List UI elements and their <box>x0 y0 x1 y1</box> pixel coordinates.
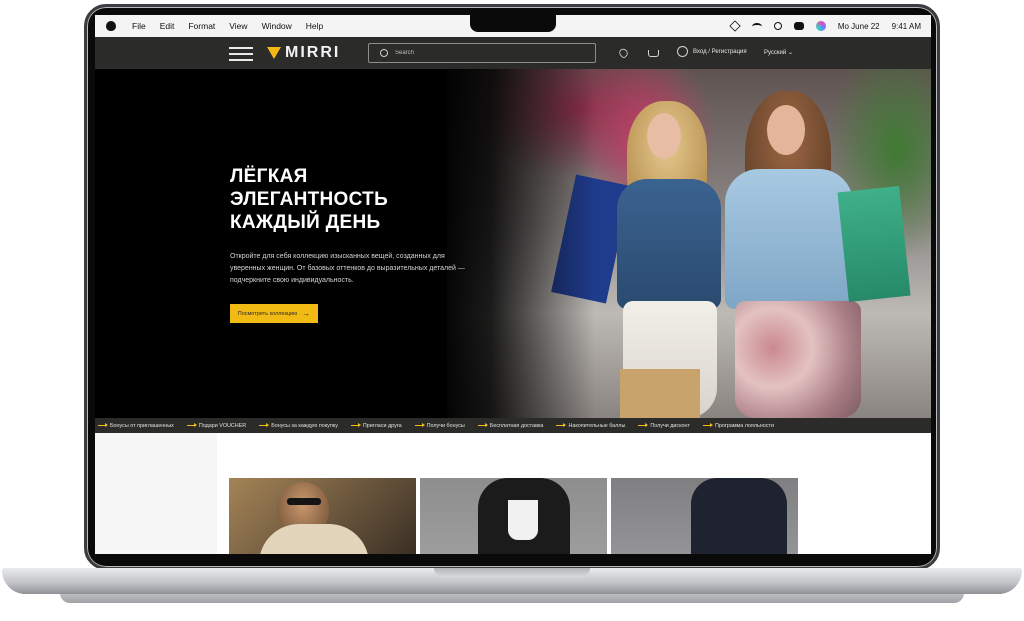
benefit-label: Подари VOUCHER <box>198 422 247 429</box>
logo-mark-icon <box>267 46 281 60</box>
model-2-skirt <box>735 301 861 418</box>
arrow-right-icon <box>186 423 197 427</box>
language-selector[interactable]: Русский ⌄ <box>764 49 793 56</box>
arrow-right-icon <box>556 423 567 427</box>
hero-title-line: КАЖДЫЙ ДЕНЬ <box>230 212 381 233</box>
menubar-date[interactable]: Mo June 22 <box>838 22 880 31</box>
benefit-label: Получи дисконт <box>650 422 690 429</box>
hero-banner: ЛЁГКАЯ ЭЛЕГАНТНОСТЬ КАЖДЫЙ ДЕНЬ Откройте… <box>95 69 931 418</box>
benefit-item[interactable]: Пригласи друга <box>350 422 402 429</box>
camera-notch <box>470 15 556 32</box>
benefit-label: Бонусы за каждую покупку <box>271 422 338 429</box>
hero-title-line: ЛЁГКАЯ <box>230 166 308 187</box>
wifi-icon[interactable] <box>751 22 762 30</box>
collection-card[interactable] <box>420 478 607 554</box>
collection-card[interactable] <box>229 478 416 554</box>
collection-card[interactable] <box>611 478 798 554</box>
benefit-label: Бесплатная доставка <box>489 422 544 429</box>
user-icon[interactable] <box>677 46 688 57</box>
benefit-label: Программа лояльности <box>714 422 774 429</box>
benefit-item[interactable]: Получи дисконт <box>638 423 690 429</box>
cart-icon[interactable] <box>648 50 659 57</box>
heart-icon[interactable] <box>617 47 630 59</box>
benefit-label: Накопительные баллы <box>568 422 626 429</box>
search-icon <box>380 49 388 57</box>
brand-logo[interactable]: MIRRI <box>267 44 340 62</box>
login-link[interactable]: Вход / Регистрация <box>693 49 747 55</box>
shopping-bag-green <box>837 186 911 302</box>
benefit-item[interactable]: Бонусы за каждую покупку <box>259 423 338 429</box>
menu-help[interactable]: Help <box>306 21 323 31</box>
hamburger-icon[interactable] <box>229 47 253 61</box>
apple-icon[interactable] <box>106 21 116 31</box>
layers-icon[interactable] <box>729 20 741 32</box>
language-label: Русский <box>764 50 787 56</box>
logo-text: MIRRI <box>285 44 341 61</box>
hero-title-line: ЭЛЕГАНТНОСТЬ <box>230 189 389 210</box>
hero-description: Откройте для себя коллекцию изысканных в… <box>230 253 465 284</box>
site-header: MIRRI Вход / Регистрация Русский ⌄ <box>95 37 931 69</box>
control-center-icon[interactable] <box>793 22 804 30</box>
benefit-item[interactable]: Бонусы от приглашенных <box>98 423 174 429</box>
laptop-screen: File Edit Format View Window Help Mo Jun… <box>95 15 931 554</box>
arrow-right-icon <box>702 423 713 427</box>
arrow-right-icon <box>414 423 425 427</box>
hero-gradient-overlay <box>435 69 595 418</box>
benefits-ticker: Бонусы от приглашенных Подари VOUCHER Бо… <box>95 418 931 433</box>
model-2-face <box>767 105 805 155</box>
card-model-sunglasses <box>287 498 321 505</box>
cta-label: Посмотреть коллекцию <box>237 310 298 317</box>
laptop-base-groove <box>434 568 590 577</box>
menubar-status-area: Mo June 22 9:41 AM <box>729 15 921 37</box>
benefit-item[interactable]: Подари VOUCHER <box>186 422 247 429</box>
menu-format[interactable]: Format <box>188 21 215 31</box>
arrow-right-icon <box>98 423 108 427</box>
menu-file[interactable]: File <box>132 21 146 31</box>
card-model-top <box>508 500 538 540</box>
benefit-item[interactable]: Получи бонусы <box>414 422 465 429</box>
model-1-face <box>647 113 681 159</box>
card-model-leather-jacket <box>691 478 787 554</box>
menu-view[interactable]: View <box>229 21 247 31</box>
benefit-item[interactable]: Программа лояльности <box>702 422 774 429</box>
card-model-coat <box>259 524 369 554</box>
arrow-right-icon <box>477 423 488 427</box>
collection-section <box>95 433 931 554</box>
arrow-right-icon: → <box>302 308 311 318</box>
model-2-jacket <box>725 169 853 309</box>
spotlight-search-icon[interactable] <box>773 22 782 30</box>
benefit-item[interactable]: Накопительные баллы <box>556 423 625 429</box>
benefit-label: Пригласи друга <box>362 422 402 429</box>
siri-icon[interactable] <box>815 21 826 31</box>
search-input[interactable] <box>395 50 575 56</box>
laptop-shadow <box>60 593 964 603</box>
arrow-right-icon <box>638 423 649 427</box>
arrow-right-icon <box>350 423 361 427</box>
search-box[interactable] <box>368 43 596 63</box>
chevron-down-icon: ⌄ <box>787 50 793 56</box>
arrow-right-icon <box>259 423 270 427</box>
side-panel <box>95 433 217 554</box>
shopping-bag-kraft <box>620 369 700 418</box>
menu-window[interactable]: Window <box>262 21 292 31</box>
menubar-time[interactable]: 9:41 AM <box>892 22 921 31</box>
view-collection-button[interactable]: Посмотреть коллекцию → <box>230 304 318 323</box>
benefit-label: Бонусы от приглашенных <box>110 422 174 429</box>
hero-title: ЛЁГКАЯ ЭЛЕГАНТНОСТЬ КАЖДЫЙ ДЕНЬ <box>230 165 470 234</box>
benefit-label: Получи бонусы <box>426 422 465 429</box>
menu-edit[interactable]: Edit <box>160 21 175 31</box>
model-1-jacket <box>617 179 721 309</box>
benefit-item[interactable]: Бесплатная доставка <box>477 422 544 429</box>
